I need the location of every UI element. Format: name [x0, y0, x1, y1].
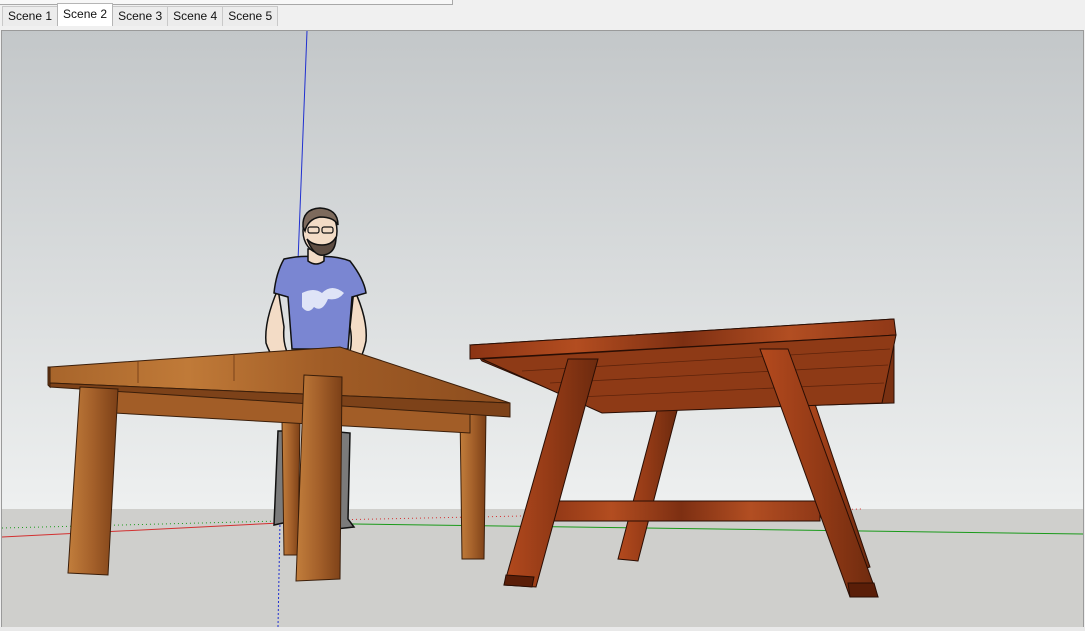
right-table-foot-left [503, 574, 535, 588]
sky-background [2, 31, 1083, 509]
tab-scene-2[interactable]: Scene 2 [57, 3, 114, 26]
right-table-foot-right [847, 582, 879, 598]
tab-scene-1[interactable]: Scene 1 [2, 6, 59, 26]
tab-scene-3[interactable]: Scene 3 [112, 6, 169, 26]
left-table-back-right-leg [459, 410, 487, 560]
left-table-front-right-leg [295, 374, 343, 582]
3d-viewport[interactable] [1, 30, 1084, 628]
scene-tab-bar: Scene 1 Scene 2 Scene 3 Scene 4 Scene 5 [0, 3, 1085, 26]
status-bar [0, 627, 1085, 631]
model-scene[interactable] [2, 31, 1083, 627]
tab-scene-5[interactable]: Scene 5 [222, 6, 279, 26]
top-strip [0, 0, 1085, 5]
right-table-stretcher [541, 500, 821, 522]
tab-scene-4[interactable]: Scene 4 [167, 6, 224, 26]
